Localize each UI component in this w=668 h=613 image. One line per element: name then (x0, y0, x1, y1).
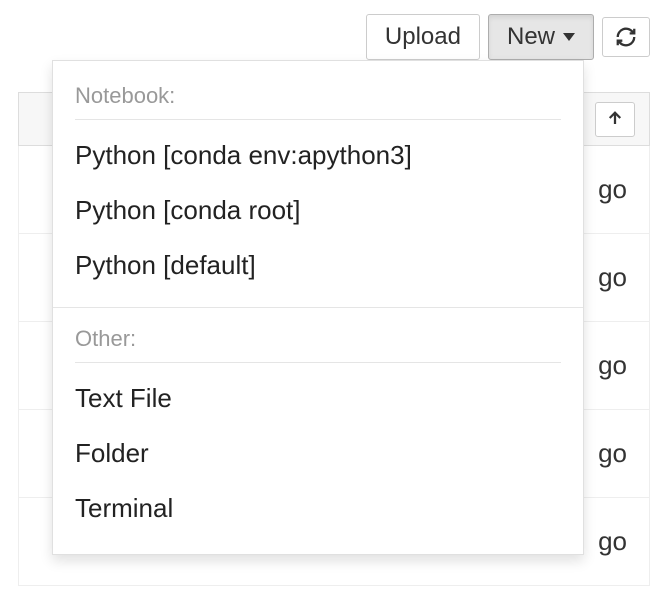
row-time-suffix: go (598, 174, 627, 205)
dropdown-item-folder[interactable]: Folder (53, 426, 583, 481)
refresh-button[interactable] (602, 17, 650, 57)
row-time-suffix: go (598, 350, 627, 381)
dropdown-section-notebook: Notebook: (53, 71, 583, 113)
dropdown-section-other: Other: (53, 314, 583, 356)
dropdown-item-kernel[interactable]: Python [default] (53, 238, 583, 293)
arrow-up-icon (606, 109, 624, 127)
upload-button[interactable]: Upload (366, 14, 480, 60)
dropdown-item-kernel[interactable]: Python [conda env:apython3] (53, 128, 583, 183)
row-time-suffix: go (598, 526, 627, 557)
dropdown-item-kernel[interactable]: Python [conda root] (53, 183, 583, 238)
dropdown-item-terminal[interactable]: Terminal (53, 481, 583, 536)
upload-button-label: Upload (385, 23, 461, 51)
new-button-label: New (507, 23, 555, 51)
toolbar: Upload New (366, 14, 650, 60)
row-time-suffix: go (598, 438, 627, 469)
refresh-icon (615, 26, 637, 48)
new-button[interactable]: New (488, 14, 594, 60)
caret-down-icon (563, 33, 575, 41)
new-dropdown-menu: Notebook: Python [conda env:apython3] Py… (52, 60, 584, 555)
sort-button[interactable] (595, 102, 635, 137)
dropdown-divider (75, 119, 561, 120)
dropdown-divider (75, 362, 561, 363)
row-time-suffix: go (598, 262, 627, 293)
dropdown-divider (53, 307, 583, 308)
dropdown-item-textfile[interactable]: Text File (53, 371, 583, 426)
